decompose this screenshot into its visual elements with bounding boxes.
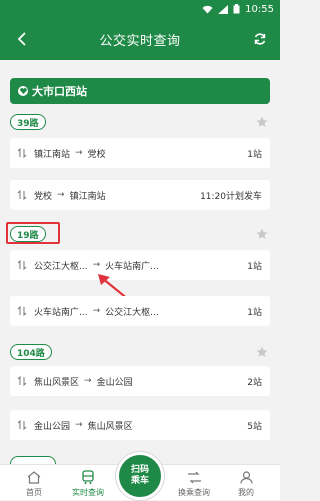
swap-direction-icon (16, 189, 28, 201)
trip-arrow: → (92, 306, 101, 316)
swap-direction-icon (16, 259, 28, 271)
trip-info: 1站 (247, 307, 262, 318)
signal-icon (218, 4, 229, 14)
trip-info: 1站 (247, 261, 262, 272)
trip-to: 火车站南广... (105, 261, 159, 272)
trip-arrow: → (92, 260, 101, 270)
trip-card[interactable]: 火车站南广... → 公交江大枢... 1站 (10, 296, 270, 326)
swap-direction-icon (16, 375, 28, 387)
trip-info: 5站 (247, 421, 262, 432)
tab-label: 我的 (238, 488, 254, 497)
trip-info: 11:20计划发车 (200, 191, 262, 202)
trip-card[interactable]: 镇江南站 → 党校 1站 (10, 138, 270, 168)
wifi-icon (202, 5, 213, 13)
trip-arrow: → (75, 148, 83, 158)
trip-from: 公交江大枢... (34, 261, 88, 272)
heart-icon (18, 86, 28, 96)
scan-button-line2: 乘车 (130, 476, 149, 486)
page-title: 公交实时查询 (99, 33, 181, 49)
trip-to: 党校 (87, 149, 106, 160)
trip-card[interactable]: 金山公园 → 焦山风景区 5站 (10, 410, 270, 440)
scan-button-line1: 扫码 (130, 465, 149, 475)
trip-to: 公交江大枢... (105, 307, 159, 318)
trip-from: 金山公园 (34, 421, 71, 432)
back-button[interactable] (12, 29, 32, 49)
trip-to: 焦山风景区 (87, 421, 133, 432)
trip-info: 2站 (247, 377, 262, 388)
person-icon (238, 469, 254, 485)
trip-arrow: → (57, 190, 65, 200)
status-time: 10:55 (245, 3, 274, 15)
star-icon[interactable] (256, 346, 268, 358)
transfer-icon (186, 469, 202, 485)
tab-realtime[interactable]: 实时查询 (60, 465, 116, 501)
status-bar: 10:55 (0, 0, 280, 18)
tab-label: 首页 (26, 488, 42, 497)
home-icon (26, 469, 42, 485)
trip-to: 金山公园 (96, 377, 133, 388)
star-icon[interactable] (256, 228, 268, 240)
trip-from: 党校 (34, 191, 53, 202)
trip-card[interactable]: 党校 → 镇江南站 11:20计划发车 (10, 180, 270, 210)
trip-card[interactable]: 焦山风景区 → 金山公园 2站 (10, 366, 270, 396)
trip-info: 1站 (247, 149, 262, 160)
highlight-box (6, 222, 60, 244)
battery-icon (233, 4, 240, 14)
scan-to-ride-button[interactable]: 扫码 乘车 (116, 452, 164, 500)
trip-card[interactable]: 公交江大枢... → 火车站南广... 1站 (10, 250, 270, 280)
refresh-icon (254, 33, 266, 45)
title-bar: 公交实时查询 (0, 18, 280, 60)
swap-direction-icon (16, 147, 28, 159)
swap-direction-icon (16, 419, 28, 431)
trip-arrow: → (75, 420, 83, 430)
content-area[interactable]: 大市口西站 39路 镇江南站 → 党校 1站 党校 → 镇江南站 11:20计划… (0, 60, 280, 464)
route-label: 39路 (10, 114, 46, 130)
star-icon[interactable] (256, 116, 268, 128)
chevron-left-icon (18, 32, 26, 46)
refresh-button[interactable] (250, 29, 270, 49)
route-label: 104路 (10, 344, 52, 360)
route-label-partial (10, 456, 56, 464)
tab-home[interactable]: 首页 (6, 465, 62, 501)
bus-icon (80, 469, 96, 485)
tab-label: 换乘查询 (178, 488, 210, 497)
trip-from: 焦山风景区 (34, 377, 80, 388)
tab-mine[interactable]: 我的 (218, 465, 274, 501)
trip-to: 镇江南站 (69, 191, 106, 202)
trip-arrow: → (84, 376, 92, 386)
swap-direction-icon (16, 305, 28, 317)
trip-from: 镇江南站 (34, 149, 71, 160)
station-header[interactable]: 大市口西站 (10, 78, 270, 104)
tab-label: 实时查询 (72, 488, 104, 497)
trip-from: 火车站南广... (34, 307, 88, 318)
station-name: 大市口西站 (32, 85, 87, 98)
tab-transfer[interactable]: 换乘查询 (166, 465, 222, 501)
